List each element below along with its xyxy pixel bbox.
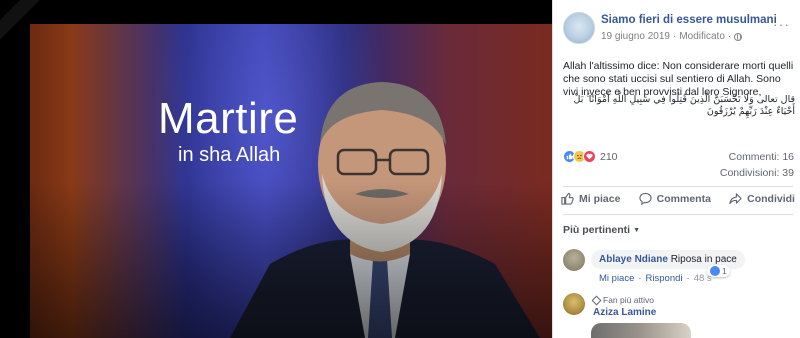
divider xyxy=(563,214,793,215)
photo-shade xyxy=(30,24,552,338)
comment-image[interactable] xyxy=(591,323,691,338)
comment-author-link[interactable]: Ablaye Ndiane xyxy=(599,254,668,265)
comments-count-link[interactable]: Commenti: 16 xyxy=(729,151,794,163)
comment-button-label: Commenta xyxy=(656,192,711,205)
post-actions: Mi piace Commenta Condividi xyxy=(561,192,795,205)
share-button[interactable]: Condividi xyxy=(729,192,795,205)
heart-reaction-icon xyxy=(583,150,596,163)
meta-separator: · xyxy=(727,31,732,42)
photo-theater: Martire in sha Allah Siamo fieri di esse… xyxy=(0,0,800,338)
thumbs-up-icon xyxy=(561,192,574,205)
page-name-link[interactable]: Siamo fieri di essere musulmani xyxy=(601,14,777,26)
page-avatar[interactable] xyxy=(563,12,595,44)
meta-separator: · xyxy=(686,273,690,284)
like-button[interactable]: Mi piace xyxy=(561,192,620,205)
ellipsis-icon[interactable]: ··· xyxy=(773,16,790,32)
comment-button[interactable]: Commenta xyxy=(639,192,711,205)
share-icon xyxy=(729,193,742,205)
photo-title-text: Martire xyxy=(158,94,299,143)
avatar[interactable] xyxy=(563,249,585,271)
comment-sort-dropdown[interactable]: Più pertinenti ▼ xyxy=(563,224,640,236)
comment-like-link[interactable]: Mi piace xyxy=(599,273,634,284)
top-fan-badge: Fan più attivo xyxy=(591,295,655,305)
reactions-summary[interactable]: 210 xyxy=(563,150,618,163)
avatar[interactable] xyxy=(563,293,585,315)
meta-separator: · xyxy=(638,273,642,284)
post-meta: 19 giugno 2019 · Modificato · xyxy=(601,31,743,42)
edited-label[interactable]: Modificato xyxy=(679,31,725,42)
meta-separator: · xyxy=(672,31,677,42)
photo-subtitle-text: in sha Allah xyxy=(178,144,281,166)
comment-like-count: 1 xyxy=(722,266,727,276)
top-fan-label: Fan più attivo xyxy=(603,295,655,305)
divider xyxy=(563,186,793,187)
post-arabic-text: قال تعالى وَلَا تَحْسَبَنَّ الَّذِينَ قُ… xyxy=(573,94,795,117)
comment-reply-link[interactable]: Rispondi xyxy=(646,273,683,284)
post-side-panel: Siamo fieri di essere musulmani 19 giugn… xyxy=(552,0,800,338)
globe-icon xyxy=(734,32,743,41)
caret-down-icon: ▼ xyxy=(633,226,641,234)
comment-icon xyxy=(639,192,652,205)
comment-actions: Mi piace · Rispondi · 48 s xyxy=(599,273,712,284)
comment-author-link[interactable]: Aziza Lamine xyxy=(593,307,656,318)
reactions-count: 210 xyxy=(600,150,618,163)
sort-label: Più pertinenti xyxy=(563,224,631,236)
comment-time-link[interactable]: 48 s xyxy=(694,273,712,284)
photo-viewer[interactable]: Martire in sha Allah xyxy=(0,0,552,338)
post-photo[interactable]: Martire in sha Allah xyxy=(30,24,552,338)
shares-count-link[interactable]: Condivisioni: 39 xyxy=(720,167,794,179)
post-date[interactable]: 19 giugno 2019 xyxy=(601,31,670,42)
comment-text: Riposa in pace xyxy=(670,254,737,265)
share-button-label: Condividi xyxy=(747,192,795,205)
diamond-icon xyxy=(591,295,602,305)
like-button-label: Mi piace xyxy=(579,192,621,205)
